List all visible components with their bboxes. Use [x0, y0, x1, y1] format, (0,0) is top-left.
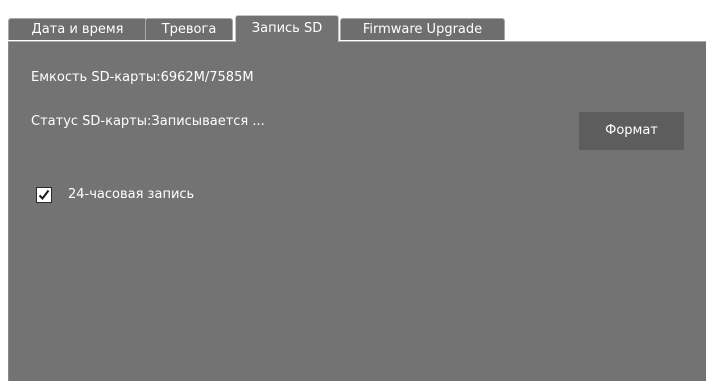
record-24h-label: 24-часовая запись	[68, 187, 195, 202]
record-24h-checkbox[interactable]	[36, 187, 52, 203]
tab-date-time[interactable]: Дата и время	[8, 18, 147, 40]
tab-firmware-upgrade[interactable]: Firmware Upgrade	[340, 18, 505, 40]
sd-record-window: Дата и время Тревога Запись SD Firmware …	[0, 0, 706, 381]
sd-record-panel: Емкость SD-карты:6962M/7585M Статус SD-к…	[8, 41, 706, 381]
tab-sd-record[interactable]: Запись SD	[235, 15, 339, 42]
tab-alarm[interactable]: Тревога	[145, 18, 233, 40]
format-button[interactable]: Формат	[579, 112, 684, 150]
sd-status-label: Статус SD-карты:Записывается ...	[31, 114, 265, 129]
checkmark-icon	[38, 189, 50, 201]
tab-strip: Дата и время Тревога Запись SD Firmware …	[0, 15, 706, 42]
sd-capacity-label: Емкость SD-карты:6962M/7585M	[31, 70, 254, 85]
